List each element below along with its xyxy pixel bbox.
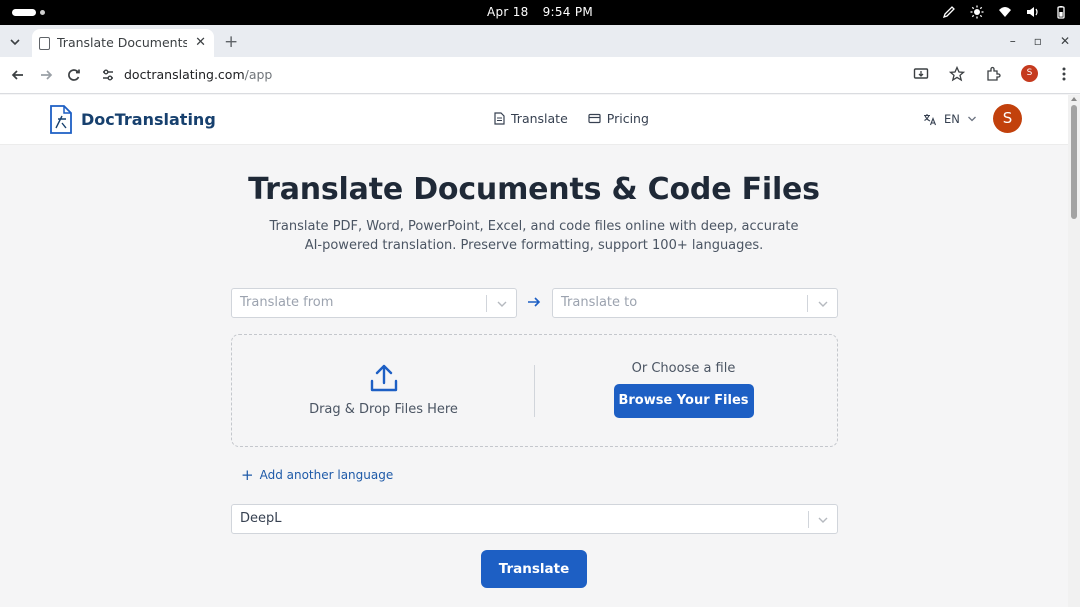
translate-to-placeholder: Translate to bbox=[561, 295, 638, 310]
page-title: Translate Documents & Code Files bbox=[248, 172, 820, 207]
card-icon bbox=[588, 113, 601, 124]
volume-icon bbox=[1027, 7, 1038, 17]
select-separator bbox=[807, 295, 808, 312]
select-separator bbox=[808, 511, 809, 528]
os-top-bar: Apr 18 9:54 PM bbox=[0, 0, 1080, 25]
browser-toolbar: doctranslating.com/app S bbox=[0, 57, 1080, 94]
site-logo[interactable]: DocTranslating bbox=[48, 105, 216, 134]
tab-search-chevron-icon[interactable] bbox=[6, 33, 24, 51]
site-favicon-icon bbox=[39, 37, 50, 50]
main-nav: Translate Pricing bbox=[494, 111, 649, 126]
pen-icon bbox=[942, 6, 955, 19]
translate-to-select[interactable]: Translate to bbox=[552, 288, 838, 318]
site-settings-icon[interactable] bbox=[98, 65, 118, 85]
chevron-down-icon[interactable] bbox=[494, 296, 510, 312]
window-controls: – ▫ ✕ bbox=[1010, 34, 1070, 48]
drop-text: Drag & Drop Files Here bbox=[309, 402, 458, 417]
battery-icon bbox=[1057, 6, 1065, 19]
file-drop-zone[interactable]: Drag & Drop Files Here Or Choose a file … bbox=[231, 334, 838, 447]
nav-pricing[interactable]: Pricing bbox=[588, 111, 649, 126]
add-language-label: Add another language bbox=[259, 468, 394, 482]
translate-from-select[interactable]: Translate from bbox=[231, 288, 517, 318]
site-header: DocTranslating Translate Pricing EN S bbox=[0, 95, 1068, 145]
scroll-up-arrow-icon[interactable] bbox=[1071, 97, 1077, 101]
page-scrollbar[interactable] bbox=[1068, 95, 1080, 607]
choose-file-text: Or Choose a file bbox=[631, 361, 736, 376]
os-time: 9:54 PM bbox=[542, 5, 594, 19]
back-arrow-icon[interactable] bbox=[8, 65, 28, 85]
choose-file-area: Or Choose a file Browse Your Files bbox=[535, 361, 832, 418]
browser-profile-avatar[interactable]: S bbox=[1021, 65, 1038, 82]
translate-button[interactable]: Translate bbox=[481, 550, 587, 588]
browser-menu-icon[interactable] bbox=[1058, 66, 1070, 82]
brightness-icon bbox=[970, 5, 984, 19]
chevron-down-icon[interactable] bbox=[815, 512, 831, 528]
language-selector[interactable]: EN bbox=[923, 112, 977, 126]
address-bar[interactable]: doctranslating.com/app bbox=[124, 67, 272, 82]
browser-tab-active[interactable]: Translate Documents & C ✕ bbox=[32, 29, 214, 57]
page-subtitle: Translate PDF, Word, PowerPoint, Excel, … bbox=[269, 219, 799, 253]
minimize-button[interactable]: – bbox=[1010, 34, 1016, 48]
chevron-down-icon[interactable] bbox=[815, 296, 831, 312]
url-path: /app bbox=[244, 67, 273, 82]
wifi-icon bbox=[999, 7, 1011, 17]
close-window-button[interactable]: ✕ bbox=[1060, 34, 1070, 48]
plus-icon: + bbox=[241, 466, 254, 484]
os-date: Apr 18 bbox=[486, 5, 529, 19]
select-separator bbox=[486, 295, 487, 312]
chevron-down-icon bbox=[967, 116, 976, 122]
nav-translate[interactable]: Translate bbox=[494, 111, 568, 126]
upload-icon bbox=[370, 364, 397, 392]
logo-text: DocTranslating bbox=[81, 110, 216, 129]
drop-area[interactable]: Drag & Drop Files Here bbox=[232, 363, 535, 417]
arrow-right-icon bbox=[528, 297, 541, 307]
tab-title: Translate Documents & C bbox=[57, 35, 187, 50]
bookmark-star-icon[interactable] bbox=[949, 65, 965, 82]
browse-files-button[interactable]: Browse Your Files bbox=[613, 384, 754, 418]
scrollbar-thumb[interactable] bbox=[1071, 105, 1077, 219]
extensions-icon[interactable] bbox=[985, 66, 1001, 82]
language-code: EN bbox=[944, 112, 960, 126]
reload-icon[interactable] bbox=[64, 65, 84, 85]
toolbar-actions: S bbox=[913, 65, 1070, 82]
document-icon bbox=[494, 112, 505, 125]
tab-close-icon[interactable]: ✕ bbox=[195, 35, 206, 50]
add-language-link[interactable]: + Add another language bbox=[241, 466, 394, 484]
engine-value: DeepL bbox=[240, 511, 282, 526]
translate-from-placeholder: Translate from bbox=[240, 295, 334, 310]
new-tab-button[interactable]: + bbox=[224, 32, 238, 52]
os-clock[interactable]: Apr 18 9:54 PM bbox=[0, 5, 1080, 19]
browser-tab-strip: Translate Documents & C ✕ + – ▫ ✕ bbox=[0, 25, 1080, 57]
translate-language-icon bbox=[924, 113, 937, 125]
nav-translate-label: Translate bbox=[511, 111, 568, 126]
maximize-button[interactable]: ▫ bbox=[1034, 34, 1042, 48]
forward-arrow-icon[interactable] bbox=[36, 65, 56, 85]
user-avatar[interactable]: S bbox=[993, 104, 1022, 133]
system-tray[interactable] bbox=[942, 5, 1068, 19]
engine-select[interactable]: DeepL bbox=[231, 504, 838, 534]
nav-pricing-label: Pricing bbox=[606, 111, 649, 126]
url-host: doctranslating.com bbox=[124, 67, 245, 82]
install-app-icon[interactable] bbox=[913, 66, 929, 82]
logo-document-icon bbox=[50, 105, 72, 134]
